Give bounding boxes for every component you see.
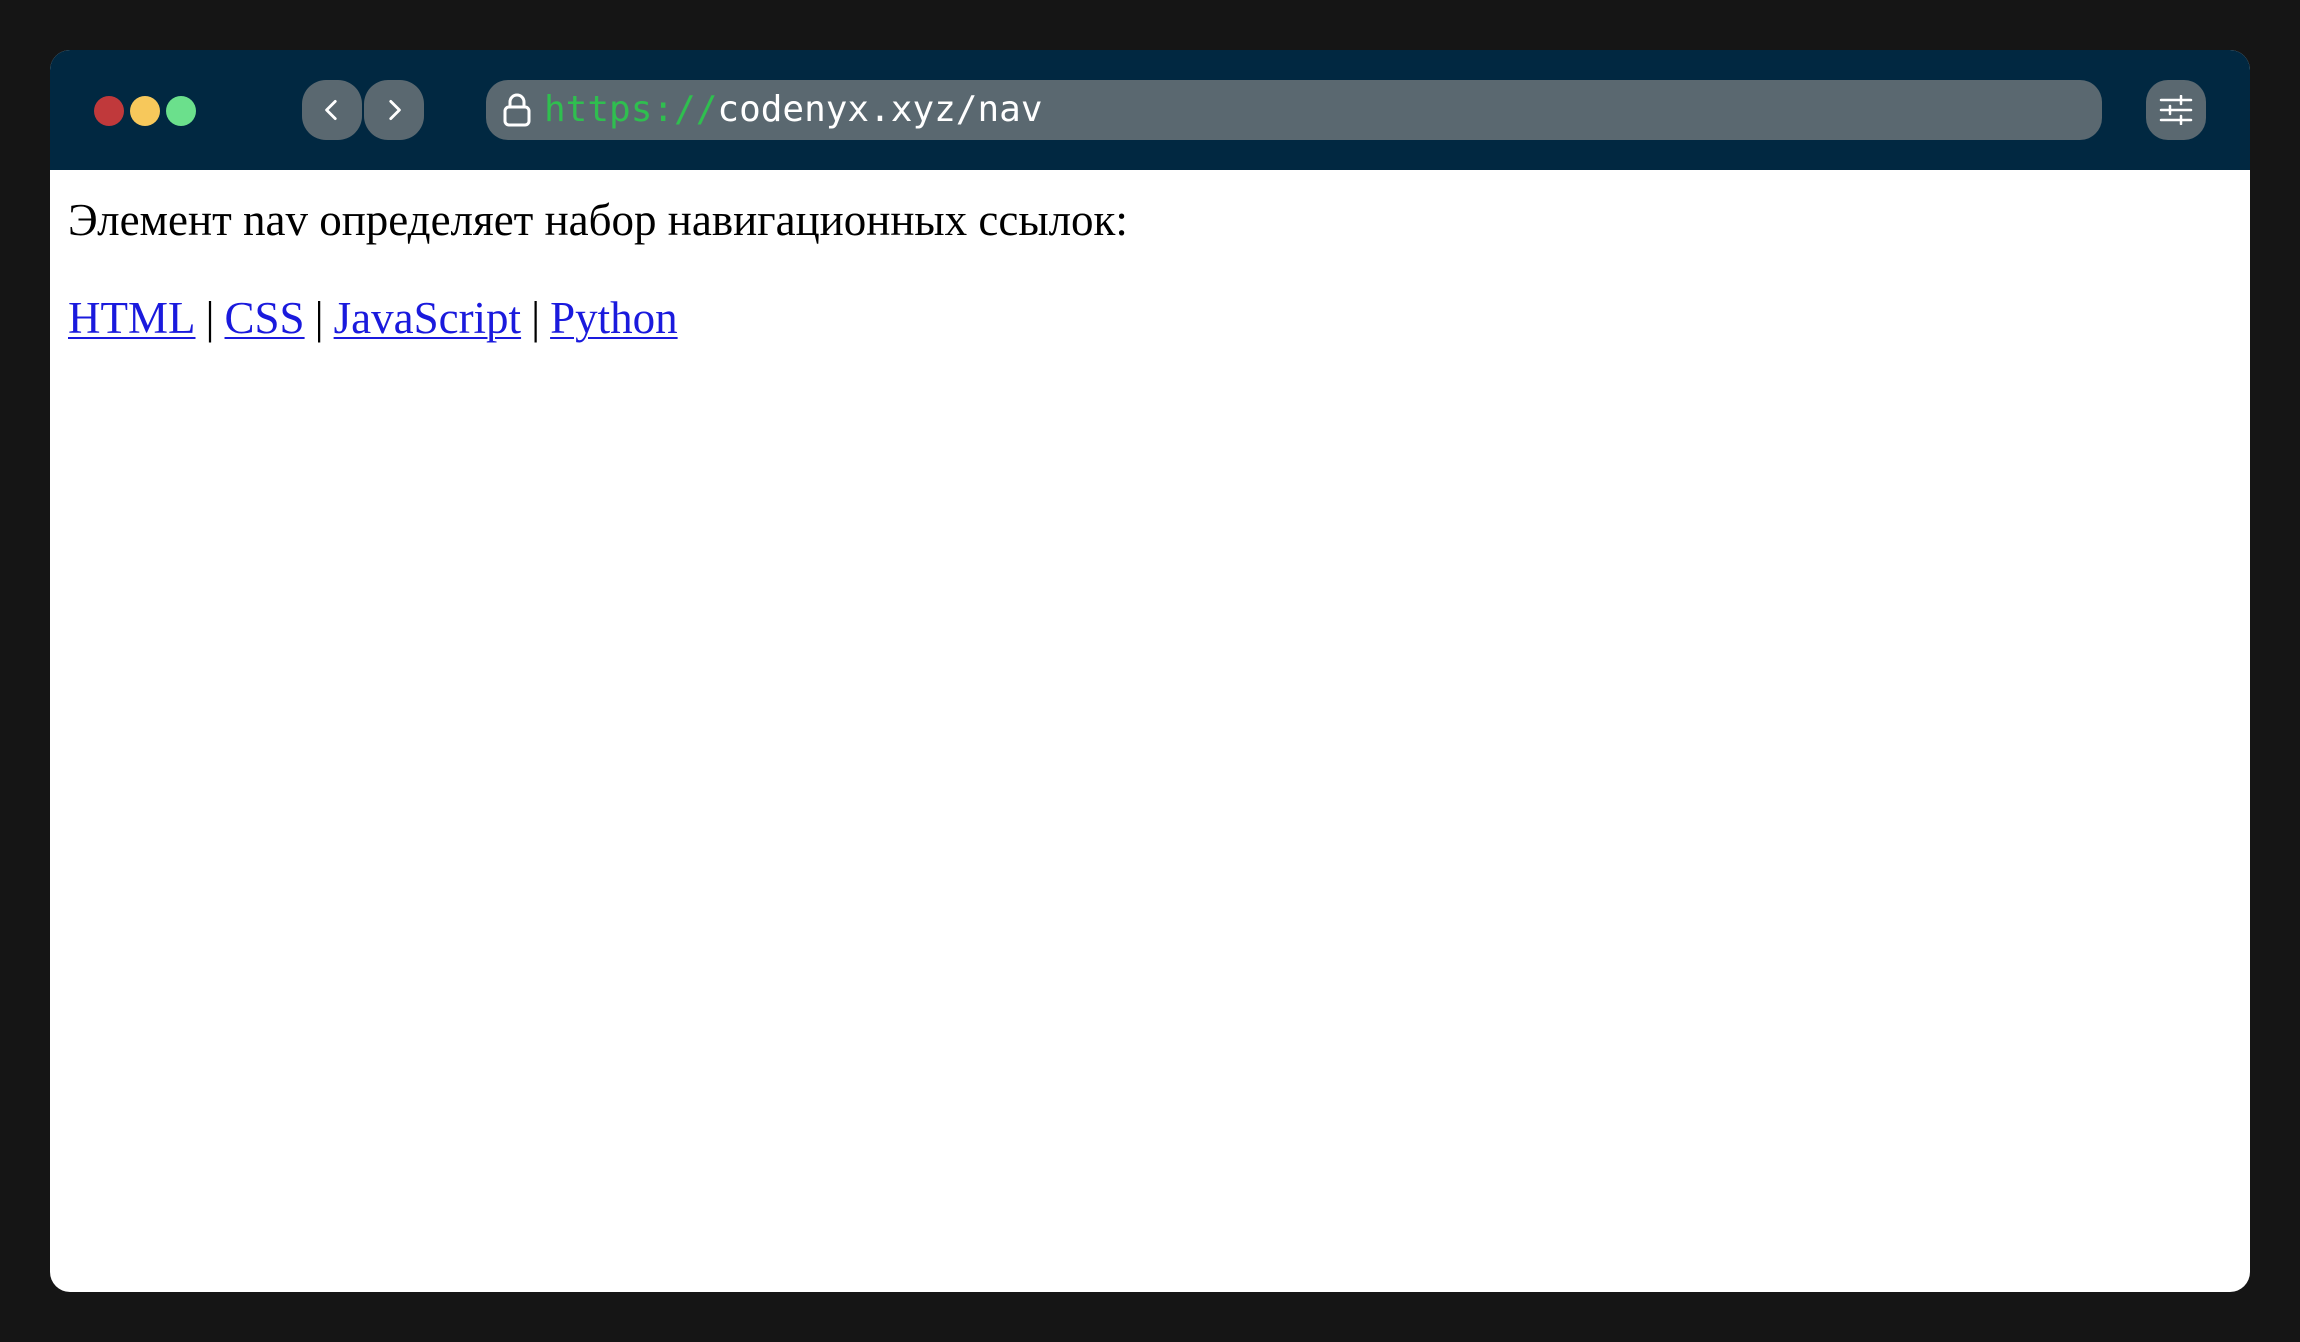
browser-titlebar: https://codenyx.xyz/nav <box>50 50 2250 170</box>
chevron-left-icon <box>325 99 337 121</box>
address-bar[interactable]: https://codenyx.xyz/nav <box>486 80 2102 140</box>
url-text: https://codenyx.xyz/nav <box>544 80 1043 140</box>
forward-button[interactable] <box>364 80 424 140</box>
nav-link-javascript[interactable]: JavaScript <box>334 293 521 343</box>
url-host-path: codenyx.xyz/nav <box>717 89 1043 130</box>
minimize-window-button[interactable] <box>130 96 160 126</box>
maximize-window-button[interactable] <box>166 96 196 126</box>
url-scheme: https:// <box>544 89 718 130</box>
nav-separator: | <box>531 293 541 343</box>
browser-window: https://codenyx.xyz/nav Элемент nav опре… <box>50 50 2250 1292</box>
back-button[interactable] <box>302 80 362 140</box>
intro-text: Элемент nav определяет набор навигационн… <box>68 195 1128 245</box>
nav-link-python[interactable]: Python <box>550 293 678 343</box>
page-content: Элемент nav определяет набор навигационн… <box>68 170 2232 344</box>
close-window-button[interactable] <box>94 96 124 126</box>
chevron-right-icon <box>389 99 401 121</box>
nav-link-html[interactable]: HTML <box>68 293 196 343</box>
settings-button[interactable] <box>2146 80 2206 140</box>
sliders-icon <box>2159 95 2193 125</box>
lock-icon <box>502 92 532 128</box>
nav-link-css[interactable]: CSS <box>225 293 305 343</box>
nav-links: HTML | CSS | JavaScript | Python <box>68 292 2232 344</box>
nav-separator: | <box>314 293 324 343</box>
nav-separator: | <box>205 293 215 343</box>
